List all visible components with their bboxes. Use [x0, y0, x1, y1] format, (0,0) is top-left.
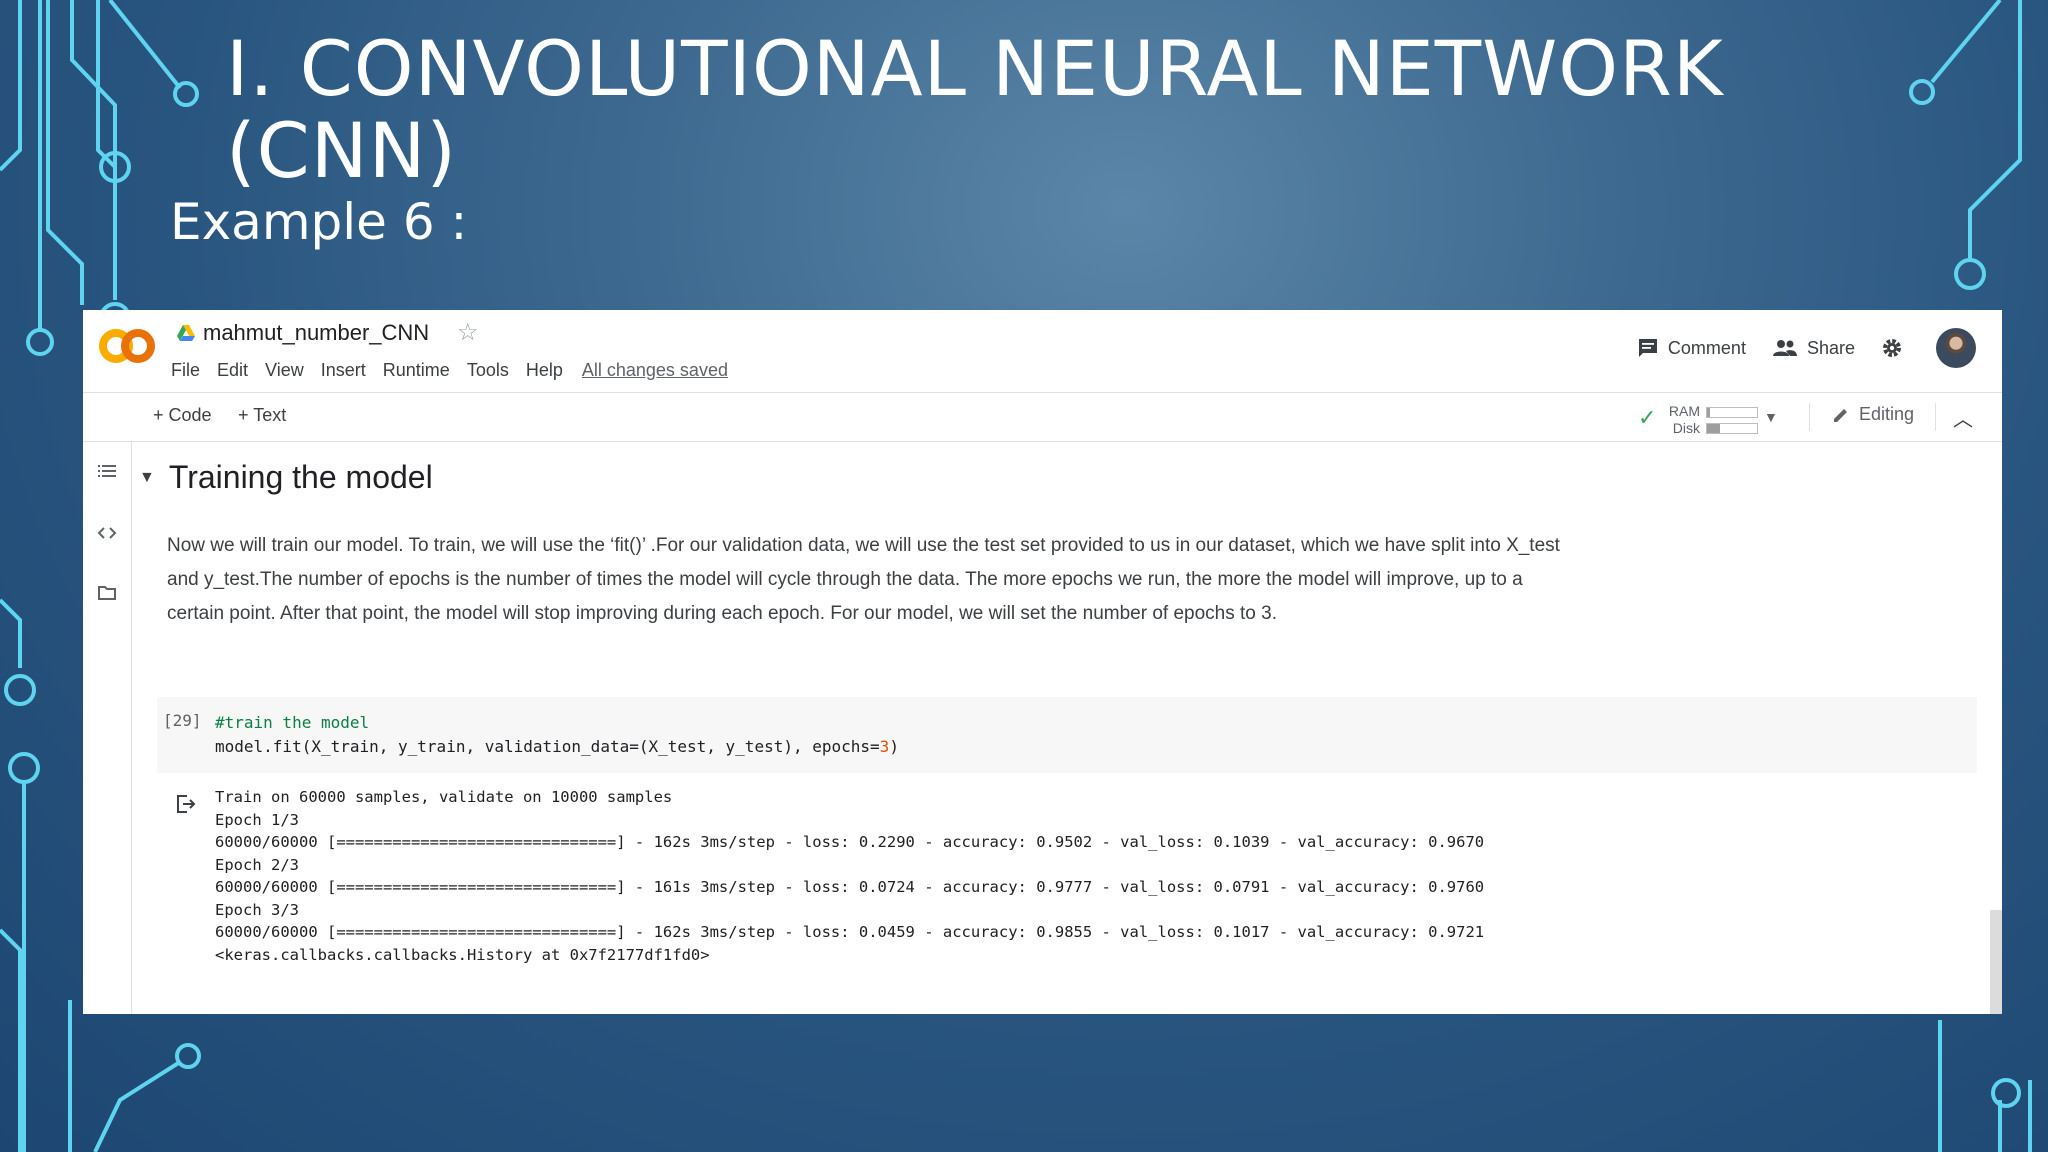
disk-bar	[1706, 423, 1758, 434]
toolbar-divider	[1809, 403, 1810, 431]
star-icon[interactable]: ☆	[457, 318, 479, 347]
menu-help[interactable]: Help	[526, 360, 563, 381]
code-editor[interactable]: #train the model model.fit(X_train, y_tr…	[215, 711, 899, 759]
menu-insert[interactable]: Insert	[321, 360, 366, 381]
menu-edit[interactable]: Edit	[217, 360, 248, 381]
comment-button[interactable]: Comment	[1637, 337, 1746, 359]
gear-icon	[1883, 339, 1901, 357]
toolbar-divider	[1935, 403, 1936, 431]
output-line: 60000/60000 [===========================…	[215, 923, 1485, 941]
notebook-name[interactable]: mahmut_number_CNN	[203, 320, 429, 346]
save-status-link[interactable]: All changes saved	[582, 360, 728, 381]
colab-logo[interactable]	[99, 326, 155, 366]
code-comment: #train the model	[215, 713, 370, 732]
add-code-button[interactable]: + Code	[153, 405, 212, 426]
editing-label: Editing	[1859, 404, 1915, 424]
output-line: 60000/60000 [===========================…	[215, 833, 1485, 851]
colab-notebook-screenshot: mahmut_number_CNN ☆ File Edit View Inser…	[83, 310, 2002, 1014]
share-label: Share	[1806, 337, 1855, 358]
chevron-down-icon[interactable]: ▼	[1764, 409, 1778, 425]
slide-title-line1: I. CONVOLUTIONAL NEURAL NETWORK	[226, 24, 1724, 113]
ram-label: RAM	[1668, 403, 1700, 419]
menu-file[interactable]: File	[171, 360, 200, 381]
execution-count: [29]	[163, 711, 202, 730]
collapse-header-icon[interactable]: ︿	[1953, 403, 1973, 432]
avatar[interactable]	[1936, 328, 1976, 368]
scrollbar[interactable]	[1990, 910, 2002, 1014]
menu-view[interactable]: View	[265, 360, 304, 381]
comment-label: Comment	[1667, 337, 1746, 358]
output-line: Epoch 1/3	[215, 810, 299, 829]
connected-check-icon: ✓	[1638, 405, 1657, 430]
left-sidebar	[83, 441, 132, 1014]
collapse-section-icon[interactable]: ▼	[139, 469, 155, 487]
text-cell-paragraph: Now we will train our model. To train, w…	[167, 535, 1560, 624]
google-drive-icon	[177, 325, 195, 341]
output-line: 60000/60000 [===========================…	[215, 878, 1485, 896]
code-snippets-icon[interactable]	[97, 523, 117, 543]
disk-label: Disk	[1672, 420, 1700, 436]
menu-tools[interactable]: Tools	[467, 360, 509, 381]
share-button[interactable]: Share	[1772, 338, 1855, 359]
slide-subtitle: Example 6 :	[170, 193, 468, 251]
notebook-toolbar: + Code + Text ✓ RAM Disk ▼ Editing ︿	[83, 393, 2002, 442]
output-line: <keras.callbacks.callbacks.History at 0x…	[215, 945, 710, 964]
section-title: Training the model	[168, 459, 433, 495]
output-line: Epoch 2/3	[215, 855, 299, 874]
folder-icon[interactable]	[97, 583, 117, 603]
code-cell[interactable]: [29] #train the model model.fit(X_train,…	[157, 697, 1977, 773]
table-of-contents-icon[interactable]	[97, 461, 117, 481]
code-line-suffix: )	[889, 737, 899, 756]
settings-button[interactable]	[1881, 337, 1912, 359]
people-icon	[1772, 340, 1797, 356]
header-actions: Comment Share	[1611, 328, 1976, 368]
code-line-prefix: model.fit(X_train, y_train, validation_d…	[215, 737, 880, 756]
notebook-content: ▼ Training the model Now we will train o…	[131, 441, 2002, 1014]
resource-monitor[interactable]: ✓ RAM Disk ▼	[1638, 401, 1778, 436]
output-clear-icon[interactable]	[175, 793, 197, 815]
output-line: Epoch 3/3	[215, 900, 299, 919]
colab-header: mahmut_number_CNN ☆ File Edit View Inser…	[83, 310, 2002, 393]
section-header[interactable]: ▼ Training the model	[139, 459, 433, 496]
comment-icon	[1638, 339, 1657, 357]
code-epochs-value: 3	[879, 737, 890, 756]
ram-bar	[1706, 407, 1758, 418]
slide-title-line2: (CNN)	[226, 106, 458, 195]
slide-title: I. CONVOLUTIONAL NEURAL NETWORK (CNN)	[226, 28, 1826, 192]
cell-output: Train on 60000 samples, validate on 1000…	[215, 786, 1484, 966]
menu-runtime[interactable]: Runtime	[383, 360, 450, 381]
add-text-button[interactable]: + Text	[238, 405, 286, 426]
editing-mode-button[interactable]: Editing	[1831, 404, 1914, 425]
pencil-icon	[1834, 408, 1847, 422]
output-line: Train on 60000 samples, validate on 1000…	[215, 788, 673, 806]
menu-bar: File Edit View Insert Runtime Tools Help…	[171, 360, 745, 381]
